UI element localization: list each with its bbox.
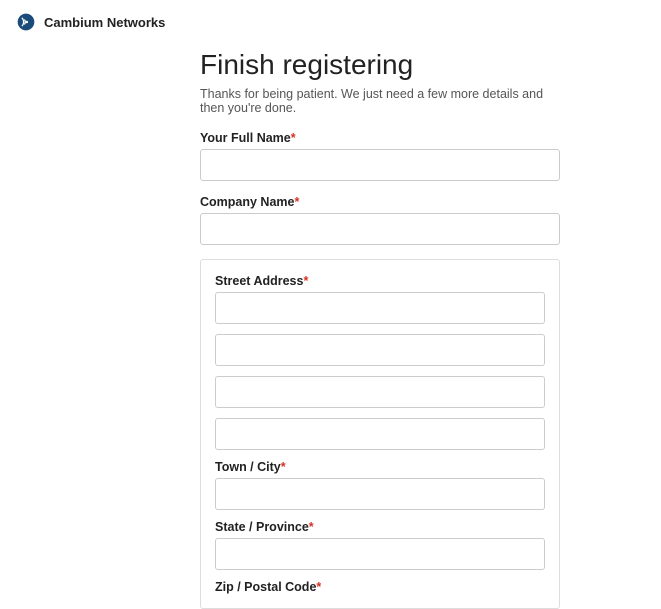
street-input-4[interactable] xyxy=(215,418,545,450)
street-input-1[interactable] xyxy=(215,292,545,324)
zip-label: Zip / Postal Code* xyxy=(215,580,545,594)
full-name-label-text: Your Full Name xyxy=(200,131,291,145)
town-group: Town / City* xyxy=(215,460,545,510)
town-label-text: Town / City xyxy=(215,460,281,474)
required-mark: * xyxy=(303,274,308,288)
page-title: Finish registering xyxy=(200,49,560,81)
state-label: State / Province* xyxy=(215,520,545,534)
street-input-3[interactable] xyxy=(215,376,545,408)
address-section: Street Address* Town / City* State / Pro… xyxy=(200,259,560,609)
company-label-text: Company Name xyxy=(200,195,294,209)
required-mark: * xyxy=(281,460,286,474)
company-label: Company Name* xyxy=(200,195,560,209)
company-input[interactable] xyxy=(200,213,560,245)
required-mark: * xyxy=(291,131,296,145)
street-label: Street Address* xyxy=(215,274,545,288)
town-label: Town / City* xyxy=(215,460,545,474)
brand-name: Cambium Networks xyxy=(44,15,165,30)
street-group: Street Address* xyxy=(215,274,545,450)
state-input[interactable] xyxy=(215,538,545,570)
street-input-2[interactable] xyxy=(215,334,545,366)
state-group: State / Province* xyxy=(215,520,545,570)
required-mark: * xyxy=(309,520,314,534)
registration-form: Finish registering Thanks for being pati… xyxy=(200,44,560,609)
zip-label-text: Zip / Postal Code xyxy=(215,580,316,594)
full-name-input[interactable] xyxy=(200,149,560,181)
state-label-text: State / Province xyxy=(215,520,309,534)
zip-group: Zip / Postal Code* xyxy=(215,580,545,594)
town-input[interactable] xyxy=(215,478,545,510)
company-group: Company Name* xyxy=(200,195,560,245)
street-label-text: Street Address xyxy=(215,274,303,288)
header: Cambium Networks xyxy=(0,0,661,44)
page-subtitle: Thanks for being patient. We just need a… xyxy=(200,87,560,115)
required-mark: * xyxy=(316,580,321,594)
required-mark: * xyxy=(294,195,299,209)
cambium-logo-icon xyxy=(16,12,36,32)
full-name-group: Your Full Name* xyxy=(200,131,560,181)
full-name-label: Your Full Name* xyxy=(200,131,560,145)
